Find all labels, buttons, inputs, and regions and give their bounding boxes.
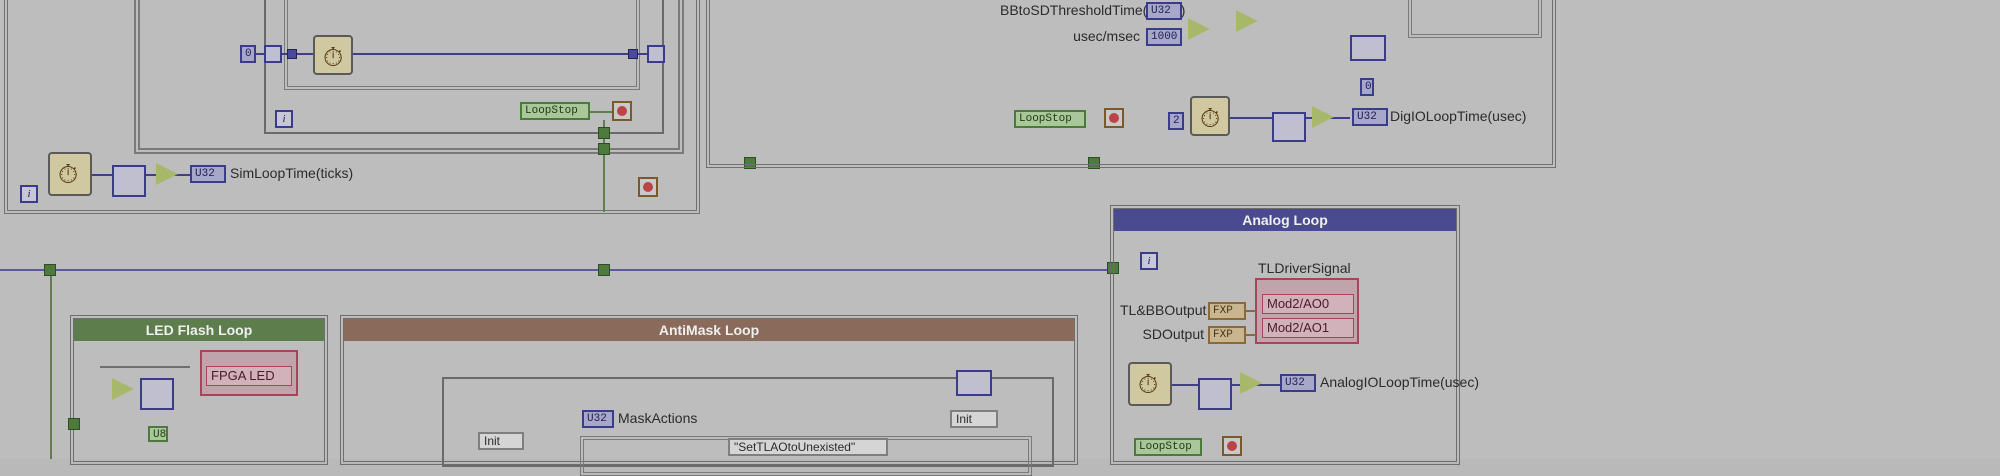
constant-led[interactable]: U8 <box>148 426 168 442</box>
tunnel <box>598 143 610 155</box>
control-sd-output[interactable]: FXP <box>1208 326 1246 344</box>
stop-terminal-icon[interactable] <box>612 101 632 121</box>
shift-node-right[interactable] <box>1350 35 1386 61</box>
iteration-terminal-outer: i <box>20 185 38 203</box>
indicator-digio-looptime[interactable]: U32 <box>1352 108 1388 126</box>
numeric-constant-zero[interactable]: 0 <box>240 45 256 63</box>
mask-actions-constant[interactable]: U32 <box>582 410 614 428</box>
wire <box>256 53 264 55</box>
local-variable-loopstop-1[interactable]: LoopStop <box>520 102 590 120</box>
control-tl-bb-output[interactable]: FXP <box>1208 302 1246 320</box>
subtract-right-triangle <box>1312 106 1334 128</box>
label-usec-msec: usec/msec <box>1073 28 1140 44</box>
local-variable-loopstop-3[interactable]: LoopStop <box>1134 438 1202 456</box>
stop-terminal-right[interactable] <box>1104 108 1124 128</box>
inner-structure-right <box>1408 0 1542 38</box>
not-node[interactable] <box>112 378 134 400</box>
timer-right-icon[interactable] <box>1190 96 1230 136</box>
wire <box>590 111 612 113</box>
led-flash-loop-title: LED Flash Loop <box>74 319 324 341</box>
subtract-analog-triangle <box>1240 372 1262 394</box>
label-analogio-looptime: AnalogIOLoopTime(usec) <box>1320 374 1480 390</box>
block-diagram-canvas: 0 i LoopStop U32 SimLoopTime(ticks) i BB… <box>0 0 2000 476</box>
wire <box>0 269 1115 271</box>
wait-timer-icon[interactable] <box>313 35 353 75</box>
tunnel <box>44 264 56 276</box>
constant-usec-msec[interactable]: 1000 <box>1146 28 1182 46</box>
tunnel <box>598 264 610 276</box>
subtract-node[interactable] <box>112 165 146 197</box>
subtract-triangle <box>156 163 178 185</box>
decrement-node[interactable] <box>264 45 282 63</box>
indicator-analogio-looptime[interactable]: U32 <box>1280 374 1316 392</box>
tunnel <box>68 418 80 430</box>
tunnel <box>598 127 610 139</box>
wire <box>100 366 190 368</box>
label-digio-looptime: DigIOLoopTime(usec) <box>1390 108 1527 124</box>
shift-register-node[interactable] <box>647 45 665 63</box>
indicator-simlooptime[interactable]: U32 <box>190 165 226 183</box>
timer-analog-icon[interactable] <box>1128 362 1172 406</box>
io-channel-fpga-led[interactable]: FPGA LED <box>206 366 292 386</box>
constant-two[interactable]: 2 <box>1168 112 1184 130</box>
enum-init-right[interactable]: Init <box>950 410 998 428</box>
wire <box>1246 310 1256 312</box>
wire <box>50 269 52 459</box>
tick-count-icon[interactable] <box>48 152 92 196</box>
stop-terminal-icon-2[interactable] <box>638 177 658 197</box>
io-channel-ao1[interactable]: Mod2/AO1 <box>1262 318 1354 338</box>
label-simlooptime: SimLoopTime(ticks) <box>230 165 354 181</box>
stop-terminal-analog[interactable] <box>1222 436 1242 456</box>
label-tl-driver-signal: TLDriverSignal <box>1258 260 1351 276</box>
compare-node[interactable] <box>1236 10 1258 32</box>
iteration-terminal-analog: i <box>1140 252 1158 270</box>
constant-right[interactable]: 0 <box>1360 78 1374 96</box>
enum-init-left[interactable]: Init <box>478 432 524 450</box>
case-selector-settla[interactable]: "SetTLAOtoUnexisted" <box>728 438 888 456</box>
label-bbtosd-threshold: BBtoSDThresholdTime(msec) <box>1000 2 1186 18</box>
subtract-node-right[interactable] <box>1272 112 1306 142</box>
io-channel-ao0[interactable]: Mod2/AO0 <box>1262 294 1354 314</box>
tunnel <box>287 49 297 59</box>
shift-register-led[interactable] <box>140 378 174 410</box>
local-variable-loopstop-2[interactable]: LoopStop <box>1014 110 1086 128</box>
shift-register-antimask[interactable] <box>956 370 992 396</box>
iteration-terminal: i <box>275 110 293 128</box>
tunnel <box>628 49 638 59</box>
label-sd-output: SDOutput <box>1142 326 1204 342</box>
antimask-loop-title: AntiMask Loop <box>344 319 1074 341</box>
wire <box>1246 334 1256 336</box>
subtract-node-analog[interactable] <box>1198 378 1232 410</box>
multiply-node[interactable] <box>1188 18 1210 40</box>
control-bbtosd-threshold[interactable]: U32 <box>1146 2 1182 20</box>
label-mask-actions: MaskActions <box>618 410 698 426</box>
analog-loop-title: Analog Loop <box>1114 209 1456 231</box>
label-tl-bb-output: TL&BBOutput <box>1120 302 1207 318</box>
